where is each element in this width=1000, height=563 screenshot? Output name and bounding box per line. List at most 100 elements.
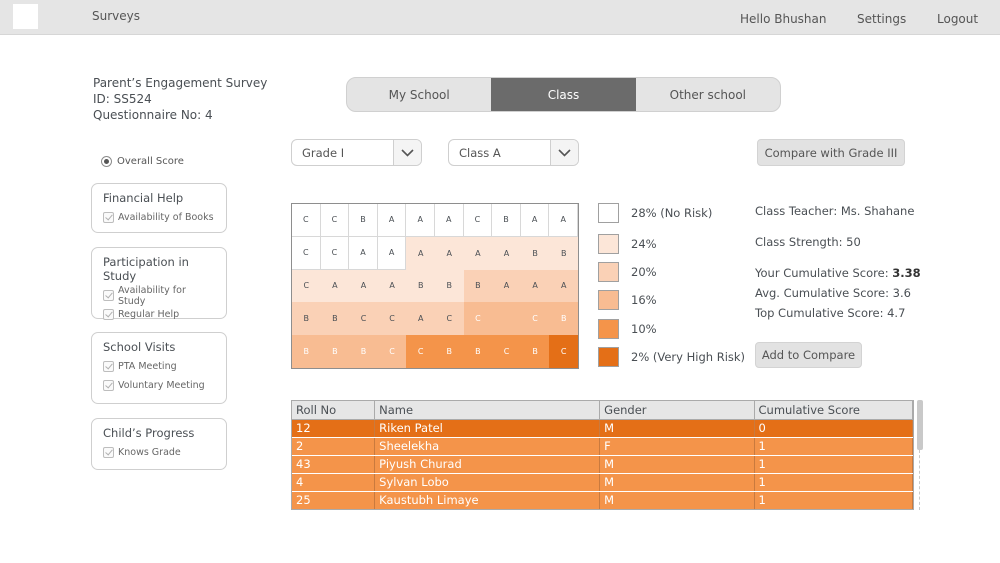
tab-class[interactable]: Class (491, 78, 636, 111)
tab-other-school[interactable]: Other school (636, 78, 780, 111)
heatmap-cell[interactable]: C (377, 302, 407, 336)
table-row[interactable]: 43 Piyush Churad M 1 (292, 455, 913, 474)
heatmap-cell[interactable] (492, 302, 521, 336)
overall-score-option[interactable]: Overall Score (101, 156, 184, 167)
checkbox[interactable] (103, 380, 114, 391)
heatmap-cell[interactable]: B (463, 269, 493, 303)
heatmap-cell[interactable]: B (349, 335, 378, 368)
scrollbar-thumb[interactable] (917, 400, 923, 450)
heatmap-cell[interactable]: A (349, 236, 378, 270)
heatmap-cell[interactable]: B (406, 269, 435, 303)
heatmap-cell[interactable]: C (492, 335, 521, 368)
heatmap-cell[interactable]: A (349, 269, 378, 303)
heatmap-cell[interactable]: C (549, 335, 578, 368)
heatmap-cell[interactable]: B (549, 236, 578, 270)
heatmap-cell[interactable]: C (377, 335, 407, 368)
heatmap-cell[interactable]: B (435, 269, 464, 303)
settings-link[interactable]: Settings (857, 12, 906, 26)
heatmap-cell[interactable]: C (292, 236, 321, 270)
table-row[interactable]: 12 Riken Patel M 0 (292, 419, 913, 438)
heatmap-cell[interactable]: C (349, 302, 378, 336)
filter-option[interactable]: Voluntary Meeting (103, 376, 216, 395)
filter-option[interactable]: PTA Meeting (103, 357, 216, 376)
your-score-label: Your Cumulative Score: (755, 266, 893, 280)
chevron-down-icon[interactable] (550, 140, 578, 165)
heatmap-cell[interactable]: A (520, 269, 550, 303)
compare-grade-button[interactable]: Compare with Grade III (757, 139, 905, 166)
chevron-down-icon[interactable] (393, 140, 421, 165)
cell-score: 1 (754, 437, 913, 456)
table-scrollbar[interactable] (917, 400, 923, 510)
column-header-roll-no[interactable]: Roll No (292, 401, 376, 420)
heatmap-cell[interactable]: C (320, 236, 350, 270)
cell-name: Sylvan Lobo (374, 473, 601, 492)
heatmap-cell[interactable]: B (463, 335, 493, 368)
table-row[interactable]: 2 Sheelekha F 1 (292, 437, 913, 456)
logo[interactable] (13, 4, 38, 29)
heatmap-cell[interactable]: C (320, 204, 350, 237)
overall-score-label: Overall Score (117, 156, 184, 167)
table-header-row: Roll No Name Gender Cumulative Score (292, 401, 913, 420)
heatmap-cell[interactable]: C (292, 204, 321, 237)
heatmap-cell[interactable]: A (463, 236, 493, 270)
heatmap-cell[interactable]: A (549, 269, 578, 303)
heatmap-cell[interactable]: A (520, 204, 550, 237)
overall-score-radio[interactable] (101, 156, 112, 167)
heatmap-cell[interactable]: C (435, 302, 464, 336)
user-greeting[interactable]: Hello Bhushan (740, 12, 827, 26)
filter-group-financial-help: Financial Help Availability of Books (91, 183, 227, 233)
logout-link[interactable]: Logout (937, 12, 978, 26)
tab-my-school[interactable]: My School (347, 78, 491, 111)
heatmap-cell[interactable]: B (320, 335, 350, 368)
filter-option[interactable]: Knows Grade (103, 443, 216, 462)
heatmap-cell[interactable]: A (377, 204, 407, 237)
filter-option[interactable]: Availability of Books (103, 208, 216, 227)
heatmap-cell[interactable]: B (292, 335, 321, 368)
heatmap-cell[interactable]: C (520, 302, 550, 336)
heatmap-cell[interactable]: B (492, 204, 521, 237)
cell-roll-no: 25 (292, 491, 376, 509)
filter-option[interactable]: Availability for Study (103, 285, 216, 307)
cell-roll-no: 4 (292, 473, 376, 492)
cell-gender: M (599, 491, 755, 509)
heatmap-cell[interactable]: A (406, 236, 435, 270)
cell-score: 1 (754, 491, 913, 509)
checkbox[interactable] (103, 361, 114, 372)
table-row[interactable]: 4 Sylvan Lobo M 1 (292, 473, 913, 492)
checkbox[interactable] (103, 290, 114, 301)
heatmap-cell[interactable]: A (492, 269, 521, 303)
checkbox[interactable] (103, 212, 114, 223)
table-row[interactable]: 25 Kaustubh Limaye M 1 (292, 491, 913, 509)
checkbox[interactable] (103, 309, 114, 320)
heatmap-cell[interactable]: B (349, 204, 378, 237)
heatmap-cell[interactable]: A (320, 269, 350, 303)
checkbox[interactable] (103, 447, 114, 458)
heatmap-cell[interactable]: B (320, 302, 350, 336)
filter-option[interactable]: Regular Help (103, 305, 216, 324)
column-header-name[interactable]: Name (374, 401, 601, 420)
add-to-compare-button[interactable]: Add to Compare (755, 342, 862, 368)
heatmap-cell[interactable]: B (435, 335, 464, 368)
heatmap-cell[interactable]: A (377, 236, 407, 270)
heatmap-cell[interactable]: C (406, 335, 435, 368)
legend-swatch (598, 203, 619, 223)
heatmap-cell[interactable]: A (435, 236, 464, 270)
heatmap-cell[interactable]: B (520, 335, 550, 368)
heatmap-cell[interactable]: C (292, 269, 321, 303)
grade-select[interactable]: Grade I (291, 139, 422, 166)
column-header-gender[interactable]: Gender (599, 401, 755, 420)
cell-roll-no: 43 (292, 455, 376, 474)
heatmap-cell[interactable]: A (406, 204, 435, 237)
heatmap-cell[interactable]: B (292, 302, 321, 336)
heatmap-cell[interactable]: A (492, 236, 521, 270)
column-header-cumulative-score[interactable]: Cumulative Score (754, 401, 913, 420)
heatmap-cell[interactable]: A (406, 302, 435, 336)
heatmap-cell[interactable]: B (549, 302, 578, 336)
heatmap-cell[interactable]: C (463, 204, 493, 237)
heatmap-cell[interactable]: C (463, 302, 493, 336)
heatmap-cell[interactable]: A (549, 204, 578, 237)
heatmap-cell[interactable]: A (377, 269, 407, 303)
class-select[interactable]: Class A (448, 139, 579, 166)
heatmap-cell[interactable]: B (520, 236, 550, 270)
heatmap-cell[interactable]: A (435, 204, 464, 237)
